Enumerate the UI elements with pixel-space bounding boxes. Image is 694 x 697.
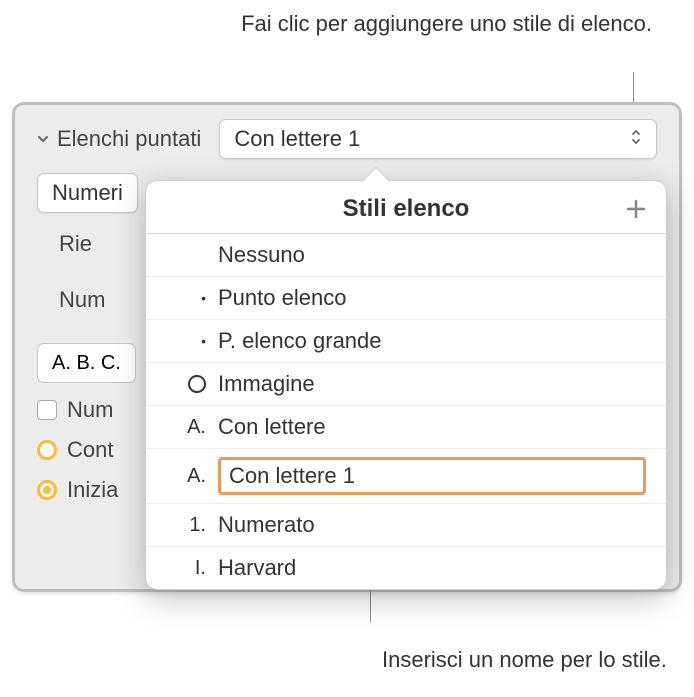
numbers-popup[interactable]: Numeri xyxy=(37,173,138,213)
tiered-numbers-label: Num xyxy=(67,397,113,423)
continue-label: Cont xyxy=(67,437,113,463)
list-marker: • xyxy=(166,290,206,306)
section-label[interactable]: Elenchi puntati xyxy=(37,126,201,152)
popover-header: Stili elenco xyxy=(146,181,666,233)
checkbox-icon xyxy=(37,400,57,420)
list-style-popup[interactable]: Con lettere 1 xyxy=(219,119,657,159)
list-style-item[interactable]: 1. Numerato xyxy=(146,504,666,547)
list-style-label: Immagine xyxy=(218,371,315,397)
list-style-label: Harvard xyxy=(218,555,296,581)
style-name-input[interactable] xyxy=(218,457,646,495)
bulleted-lists-row: Elenchi puntati Con lettere 1 xyxy=(37,119,657,159)
numbers-popup-label: Numeri xyxy=(52,180,123,206)
list-style-label: Numerato xyxy=(218,512,315,538)
chevron-updown-icon xyxy=(630,126,642,152)
list-style-item[interactable]: A. xyxy=(146,449,666,504)
list-style-item[interactable]: Nessuno xyxy=(146,234,666,277)
disclosure-arrow-icon xyxy=(37,133,49,145)
callout-enter-name: Inserisci un nome per lo stile. xyxy=(382,646,667,675)
list-style-item[interactable]: • P. elenco grande xyxy=(146,320,666,363)
list-styles-popover: Stili elenco Nessuno • Punto elenco • P. ele… xyxy=(145,180,667,590)
list-style-value: Con lettere 1 xyxy=(234,126,360,152)
number-format-example: A. B. C. xyxy=(52,352,121,375)
list-marker: A. xyxy=(166,465,206,488)
list-style-item[interactable]: • Punto elenco xyxy=(146,277,666,320)
popover-title: Stili elenco xyxy=(343,195,470,223)
list-marker: I. xyxy=(166,557,206,580)
list-style-item[interactable]: A. Con lettere xyxy=(146,406,666,449)
list-marker: A. xyxy=(166,416,206,439)
start-from-label: Inizia xyxy=(67,477,118,503)
callout-add-style: Fai clic per aggiungere uno stile di ele… xyxy=(241,10,652,39)
list-style-label: Con lettere xyxy=(218,414,326,440)
plus-icon xyxy=(626,199,646,219)
list-style-item[interactable]: Immagine xyxy=(146,363,666,406)
list-marker xyxy=(166,375,206,393)
list-style-label: Punto elenco xyxy=(218,285,346,311)
list-marker: 1. xyxy=(166,514,206,537)
list-style-label: P. elenco grande xyxy=(218,328,382,354)
circle-marker-icon xyxy=(188,375,206,393)
add-style-button[interactable] xyxy=(620,193,652,225)
number-format-popup[interactable]: A. B. C. xyxy=(37,343,136,383)
list-marker: • xyxy=(166,333,206,349)
list-style-label: Nessuno xyxy=(218,242,305,268)
list-style-item[interactable]: I. Harvard xyxy=(146,547,666,589)
section-label-text: Elenchi puntati xyxy=(57,126,201,152)
radio-icon-selected xyxy=(37,480,57,500)
style-list: Nessuno • Punto elenco • P. elenco grande Imm… xyxy=(146,233,666,589)
radio-icon xyxy=(37,440,57,460)
